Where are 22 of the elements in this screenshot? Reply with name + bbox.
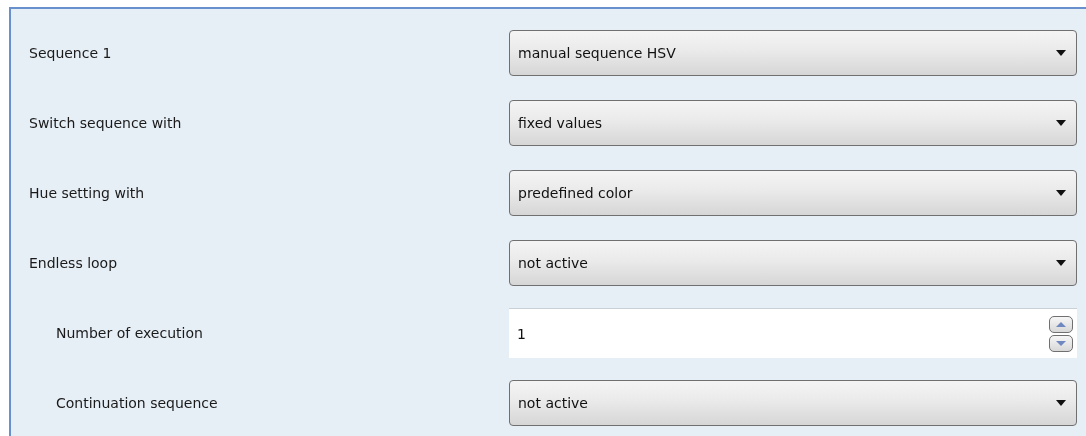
increment-button[interactable] (1049, 315, 1073, 333)
decrement-button[interactable] (1049, 334, 1073, 352)
up-arrow-icon (1056, 321, 1066, 327)
parameter-label: Number of execution (56, 325, 204, 341)
dropdown[interactable]: not active (509, 380, 1077, 426)
caret-icon (1056, 120, 1066, 126)
dropdown[interactable]: fixed values (509, 100, 1077, 146)
parameter-label: Switch sequence with (29, 115, 183, 131)
down-arrow-icon (1056, 340, 1066, 346)
caret-icon (1056, 260, 1066, 266)
parameter-label: Continuation sequence (56, 395, 219, 411)
caret-icon (1056, 190, 1066, 196)
dropdown[interactable]: not active (509, 240, 1077, 286)
parameter-label: Sequence 1 (29, 45, 113, 61)
parameter-label: Endless loop (29, 255, 119, 271)
dropdown[interactable]: predefined color (509, 170, 1077, 216)
dropdown[interactable]: manual sequence HSV (509, 30, 1077, 76)
spin-box[interactable]: 1 (509, 308, 1077, 358)
caret-icon (1056, 400, 1066, 406)
number-field[interactable]: 1 (517, 325, 717, 342)
parameter-label: Hue setting with (29, 185, 146, 201)
caret-icon (1056, 50, 1066, 56)
